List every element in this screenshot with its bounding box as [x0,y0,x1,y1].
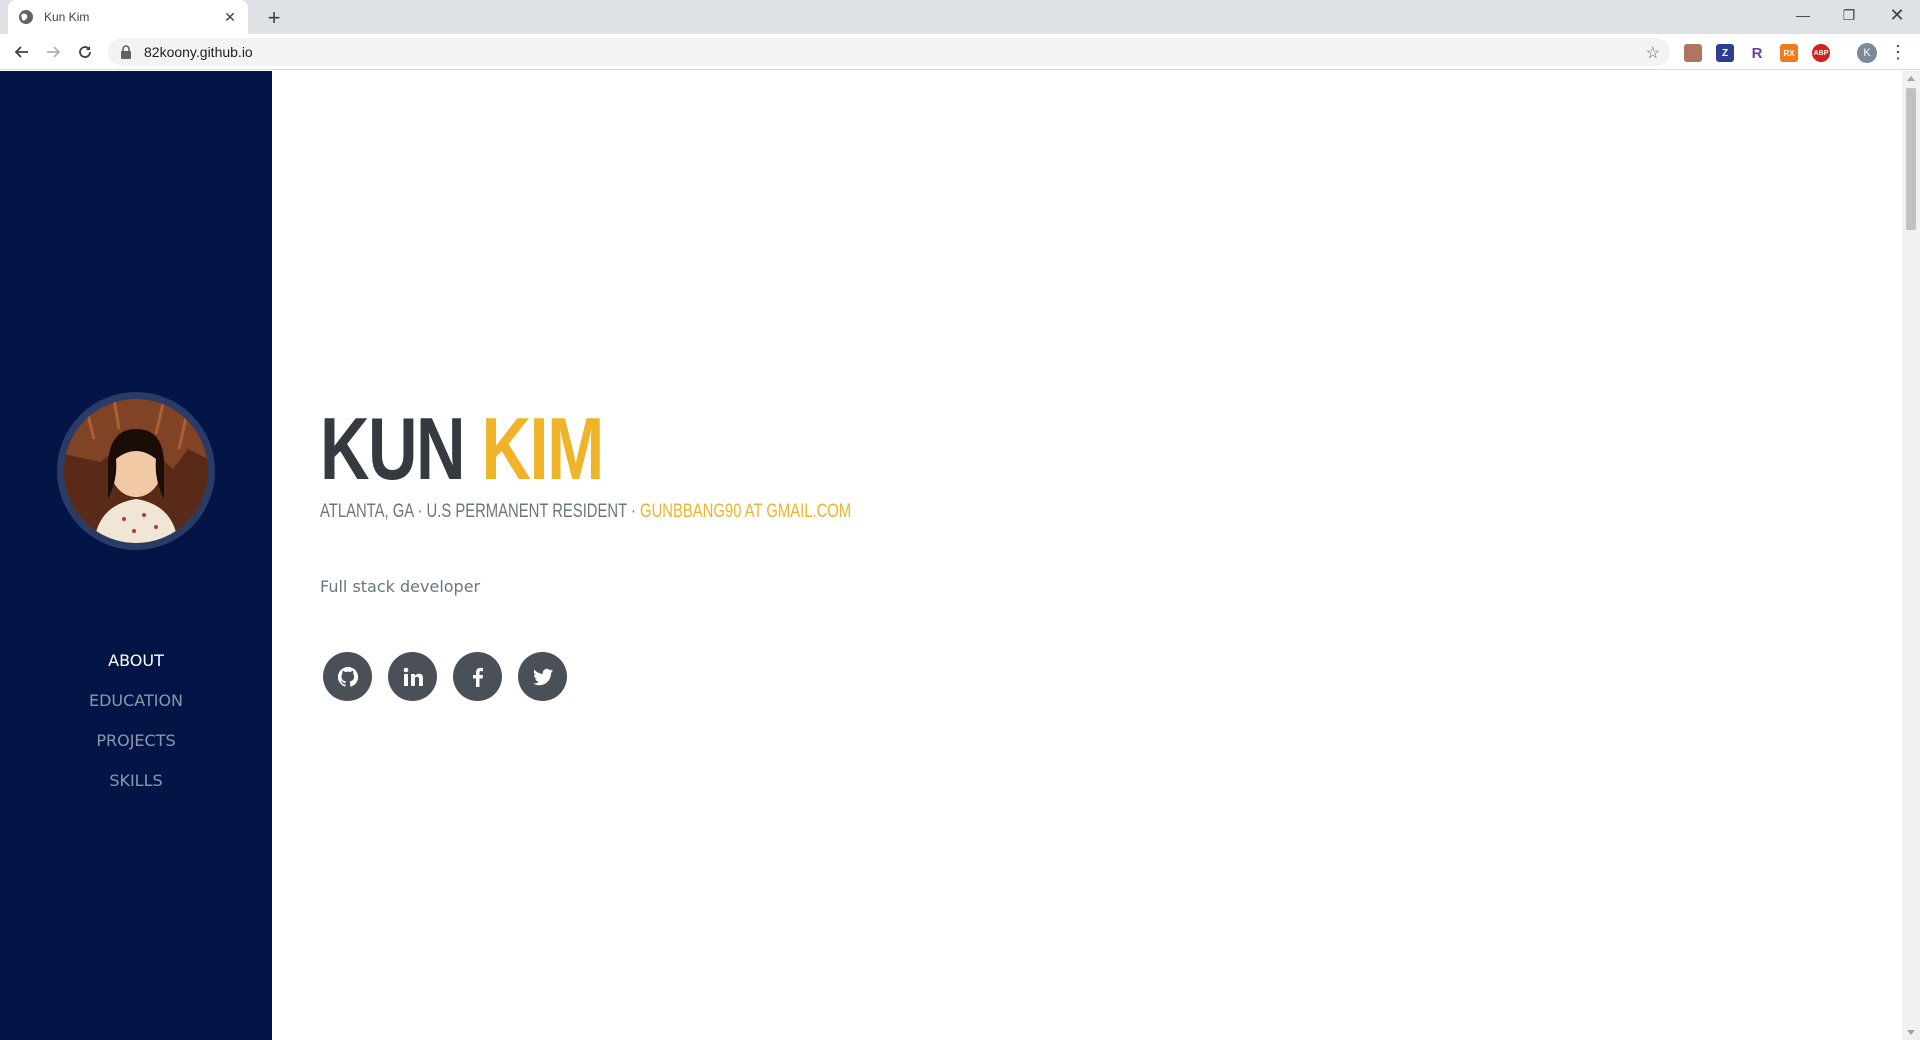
twitter-icon[interactable] [518,652,567,701]
tab-strip: Kun Kim ✕ + — ❐ ✕ [0,0,1920,34]
nav-link-skills[interactable]: Skills [0,761,272,801]
linkedin-icon[interactable] [388,652,437,701]
new-tab-icon[interactable]: + [262,5,286,30]
facebook-icon[interactable] [453,652,502,701]
url-text: 82koony.github.io [144,44,253,60]
r-extension-icon[interactable]: R [1748,44,1766,62]
scroll-down-arrow-icon[interactable] [1907,1030,1915,1035]
lock-icon [120,45,134,59]
contact-subheading: ATLANTA, GA · U.S PERMANENT RESIDENT · G… [320,501,851,523]
bookmark-star-icon[interactable]: ☆ [1646,43,1660,63]
about-section: KUN KIM ATLANTA, GA · U.S PERMANENT RESI… [272,71,1902,1040]
zotero-extension-icon[interactable]: Z [1716,44,1734,62]
first-name: KUN [320,399,466,498]
social-icons [323,652,567,701]
pdf-extension-icon[interactable] [1684,44,1702,62]
lead-text: Full stack developer [320,577,481,596]
github-icon[interactable] [323,652,372,701]
profile-avatar[interactable]: K [1857,43,1877,63]
nav-link-education[interactable]: Education [0,681,272,721]
nav-link-projects[interactable]: Projects [0,721,272,761]
profile-photo [57,392,215,550]
sidebar-nav: About Education Projects Skills [0,641,272,801]
location-text: ATLANTA, GA · U.S PERMANENT RESIDENT · [320,501,641,522]
globe-icon [18,9,34,25]
nav-link-about[interactable]: About [0,641,272,681]
rx-extension-icon[interactable]: RX [1780,44,1798,62]
page-title: KUN KIM [320,405,604,493]
tab-close-icon[interactable]: ✕ [222,9,238,25]
page-scrollbar[interactable] [1902,71,1920,1040]
scrollbar-thumb[interactable] [1906,88,1916,230]
email-link[interactable]: GUNBBANG90 AT GMAIL.COM [640,501,851,522]
menu-kebab-icon[interactable]: ⋮ [1886,40,1910,64]
minimize-icon[interactable]: — [1780,0,1826,30]
window-close-icon[interactable]: ✕ [1874,0,1920,30]
forward-icon[interactable] [41,40,65,64]
reload-icon[interactable] [73,40,97,64]
abp-extension-icon[interactable]: ABP [1812,44,1830,62]
address-bar[interactable]: 82koony.github.io ☆ [108,38,1670,66]
tab-title: Kun Kim [44,10,90,24]
browser-toolbar: 82koony.github.io ☆ Z R RX ABP K ⋮ [0,34,1920,70]
last-name: KIM [481,399,605,498]
restore-icon[interactable]: ❐ [1826,0,1872,30]
back-icon[interactable] [10,40,34,64]
tab-active[interactable]: Kun Kim ✕ [8,0,248,34]
scroll-up-arrow-icon[interactable] [1907,76,1915,81]
sidebar: About Education Projects Skills [0,71,272,1040]
